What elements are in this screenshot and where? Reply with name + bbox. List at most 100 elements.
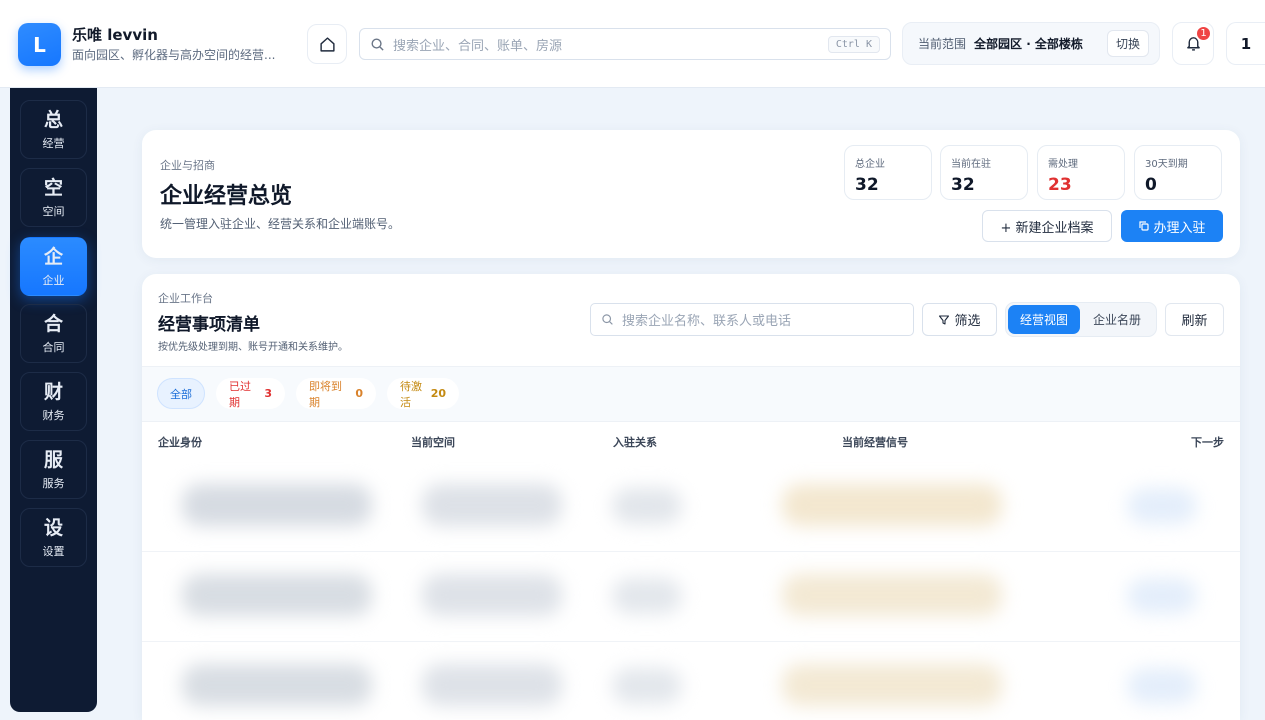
- blurred-cell: [1127, 668, 1197, 704]
- chip-count: 20: [430, 387, 446, 400]
- global-search-input[interactable]: 搜索企业、合同、账单、房源 Ctrl K: [359, 28, 891, 60]
- table-row[interactable]: [142, 642, 1240, 720]
- worklist-breadcrumb: 企业工作台: [158, 292, 213, 305]
- enterprise-search-placeholder: 搜索企业名称、联系人或电话: [622, 314, 792, 329]
- blurred-cell: [782, 664, 1002, 706]
- sidebar-item-label: 合同: [42, 340, 65, 354]
- sidebar-item-glyph: 合: [43, 312, 63, 335]
- chip-label: 全部: [170, 387, 192, 401]
- stat-label: 30天到期: [1145, 159, 1188, 170]
- sidebar-item-label: 设置: [42, 544, 65, 558]
- sidebar-item-settings[interactable]: 设 设置: [20, 508, 87, 567]
- notification-badge: 1: [1195, 25, 1212, 42]
- table-header: 企业身份 当前空间 入驻关系 当前经营信号 下一步: [142, 422, 1240, 462]
- sidebar-item-glyph: 服: [43, 448, 63, 471]
- chip-count: 3: [264, 387, 272, 400]
- blurred-cell: [782, 484, 1002, 526]
- search-icon: [602, 314, 613, 325]
- app-logo[interactable]: L: [18, 23, 61, 66]
- copy-icon: [1139, 221, 1150, 231]
- app-subtitle: 面向园区、孵化器与高办空间的经营...: [72, 48, 276, 62]
- worklist-card: 企业工作台 经营事项清单 按优先级处理到期、账号开通和关系维护。 搜索企业名称、…: [142, 274, 1240, 720]
- chip-pending-activation[interactable]: 待激活 20: [387, 378, 459, 409]
- chip-expiring-soon[interactable]: 即将到期 0: [296, 378, 376, 409]
- blurred-cell: [1127, 578, 1197, 614]
- worklist-description: 按优先级处理到期、账号开通和关系维护。: [158, 342, 348, 353]
- global-search-placeholder: 搜索企业、合同、账单、房源: [393, 38, 563, 54]
- sidebar-item-space[interactable]: 空 空间: [20, 168, 87, 227]
- page-title: 企业经营总览: [160, 184, 293, 209]
- chip-label: 已过期: [229, 379, 251, 409]
- sidebar-item-finance[interactable]: 财 财务: [20, 372, 87, 431]
- table-row[interactable]: [142, 462, 1240, 552]
- search-shortcut-hint: Ctrl K: [827, 35, 880, 53]
- blurred-cell: [422, 664, 562, 706]
- app-title: 乐唯 levvin: [72, 26, 158, 44]
- new-enterprise-button[interactable]: + 新建企业档案: [982, 210, 1112, 242]
- home-button[interactable]: [307, 24, 347, 64]
- stat-needs-action[interactable]: 需处理 23: [1037, 145, 1125, 200]
- stat-value: 0: [1145, 175, 1157, 195]
- filter-label: 筛选: [954, 314, 981, 329]
- sidebar-item-enterprise[interactable]: 企 企业: [20, 237, 87, 296]
- sidebar-item-contract[interactable]: 合 合同: [20, 304, 87, 363]
- check-in-button[interactable]: 办理入驻: [1121, 210, 1223, 242]
- column-header: 当前空间: [411, 436, 455, 449]
- stat-value: 32: [855, 175, 879, 195]
- enterprise-search-input[interactable]: 搜索企业名称、联系人或电话: [590, 303, 914, 336]
- overview-card: 企业与招商 企业经营总览 统一管理入驻企业、经营关系和企业端账号。 总企业 32…: [142, 130, 1240, 258]
- sidebar-item-label: 财务: [42, 408, 65, 422]
- stat-value: 32: [951, 175, 975, 195]
- table-row[interactable]: [142, 552, 1240, 642]
- chip-expired[interactable]: 已过期 3: [216, 378, 285, 409]
- blurred-cell: [782, 574, 1002, 616]
- blurred-cell: [1127, 488, 1197, 524]
- column-header: 入驻关系: [613, 436, 657, 449]
- sidebar-item-label: 服务: [42, 476, 65, 490]
- blurred-cell: [612, 668, 682, 704]
- refresh-button[interactable]: 刷新: [1165, 303, 1224, 336]
- stat-value: 23: [1048, 175, 1072, 195]
- view-toggle: 经营视图 企业名册: [1005, 302, 1157, 337]
- stat-expiring-30-days[interactable]: 30天到期 0: [1134, 145, 1222, 200]
- check-in-label: 办理入驻: [1153, 220, 1206, 236]
- notifications-button[interactable]: 1: [1172, 22, 1214, 65]
- search-icon: [371, 38, 384, 51]
- blurred-cell: [182, 664, 372, 706]
- tab-business-view[interactable]: 经营视图: [1008, 305, 1080, 334]
- top-bar: L 乐唯 levvin 面向园区、孵化器与高办空间的经营... 搜索企业、合同、…: [0, 0, 1265, 88]
- blurred-cell: [422, 574, 562, 616]
- home-icon: [319, 36, 335, 52]
- stat-label: 当前在驻: [951, 159, 991, 170]
- stat-current-resident[interactable]: 当前在驻 32: [940, 145, 1028, 200]
- chip-label: 待激活: [400, 379, 422, 409]
- scope-value: 全部园区 · 全部楼栋: [974, 37, 1083, 51]
- status-filter-bar: 全部 已过期 3 即将到期 0 待激活 20: [142, 366, 1240, 422]
- worklist-title: 经营事项清单: [158, 315, 260, 335]
- column-header: 下一步: [1191, 436, 1224, 449]
- page-description: 统一管理入驻企业、经营关系和企业端账号。: [160, 217, 401, 231]
- filter-button[interactable]: 筛选: [922, 303, 997, 336]
- scope-switch-button[interactable]: 切换: [1106, 30, 1149, 57]
- filter-icon: [939, 314, 950, 325]
- blurred-cell: [612, 578, 682, 614]
- user-avatar[interactable]: 1: [1226, 22, 1265, 65]
- sidebar-item-glyph: 设: [43, 516, 63, 539]
- sidebar-item-label: 经营: [42, 136, 65, 150]
- sidebar-item-service[interactable]: 服 服务: [20, 440, 87, 499]
- chip-all[interactable]: 全部: [157, 378, 205, 409]
- column-header: 企业身份: [158, 436, 202, 449]
- scope-label: 当前范围: [918, 37, 967, 51]
- sidebar-item-overview[interactable]: 总 经营: [20, 100, 87, 159]
- scope-selector: 当前范围 全部园区 · 全部楼栋 切换: [902, 22, 1160, 65]
- stat-label: 需处理: [1048, 159, 1078, 170]
- sidebar-item-label: 企业: [42, 273, 65, 287]
- sidebar-item-glyph: 财: [43, 380, 63, 403]
- tab-enterprise-directory[interactable]: 企业名册: [1080, 305, 1154, 334]
- sidebar-item-glyph: 空: [43, 176, 63, 199]
- sidebar-item-label: 空间: [42, 204, 65, 218]
- stat-total-enterprises[interactable]: 总企业 32: [844, 145, 932, 200]
- blurred-cell: [182, 574, 372, 616]
- blurred-cell: [182, 484, 372, 526]
- blurred-cell: [422, 484, 562, 526]
